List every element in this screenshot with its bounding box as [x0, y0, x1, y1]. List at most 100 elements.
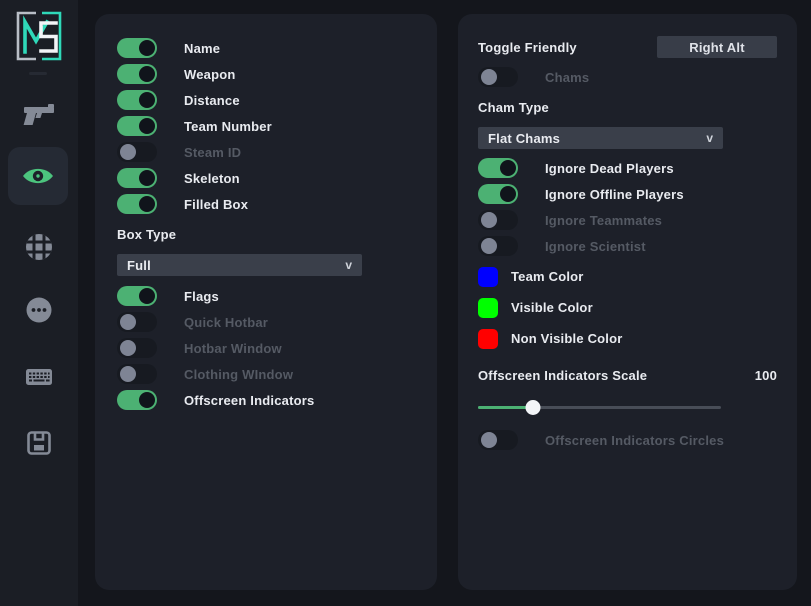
toggle-knob [481, 212, 497, 228]
toggle-label: Ignore Scientist [545, 239, 646, 254]
box-type-label: Box Type [117, 225, 415, 245]
toggle-knob [500, 186, 516, 202]
toggle-row-quick-hotbar: Quick Hotbar [117, 309, 415, 335]
toggle-row-clothing-window: Clothing WIndow [117, 361, 415, 387]
toggle-knob [120, 314, 136, 330]
cham-type-dropdown[interactable]: Flat Chams v [478, 127, 723, 149]
flags-toggle[interactable] [117, 286, 157, 306]
clothing-window-toggle[interactable] [117, 364, 157, 384]
offscreen-indicators-toggle[interactable] [117, 390, 157, 410]
cham-type-label: Cham Type [478, 98, 777, 118]
toggle-knob [139, 196, 155, 212]
toggle-row-skeleton: Skeleton [117, 165, 415, 191]
toggle-label: Ignore Dead Players [545, 161, 674, 176]
toggle-label: Chams [545, 70, 589, 85]
toggle-knob [139, 92, 155, 108]
color-row-visible: Visible Color [478, 292, 777, 323]
toggle-label: Clothing WIndow [184, 367, 293, 382]
toggle-knob [481, 238, 497, 254]
toggle-label: Hotbar Window [184, 341, 282, 356]
team-color-swatch[interactable] [478, 267, 498, 287]
filled-box-toggle[interactable] [117, 194, 157, 214]
toggle-label: Filled Box [184, 197, 248, 212]
skeleton-toggle[interactable] [117, 168, 157, 188]
toggle-row-weapon: Weapon [117, 61, 415, 87]
toggle-knob [139, 40, 155, 56]
toggle-row-ignore-offline: Ignore Offline Players [478, 181, 777, 207]
weapon-toggle[interactable] [117, 64, 157, 84]
toggle-row-flags: Flags [117, 283, 415, 309]
toggle-label: Steam ID [184, 145, 241, 160]
toggle-row-offscreen-indicators: Offscreen Indicators [117, 387, 415, 413]
color-label: Visible Color [511, 300, 593, 315]
chams-toggle[interactable] [478, 67, 518, 87]
toggle-label: Name [184, 41, 220, 56]
chevron-down-icon: v [345, 258, 352, 272]
toggle-knob [139, 288, 155, 304]
app-logo [12, 9, 66, 63]
chevron-down-icon: v [706, 131, 713, 145]
toggle-row-filled-box: Filled Box [117, 191, 415, 217]
team-number-toggle[interactable] [117, 116, 157, 136]
offscreen-circles-toggle[interactable] [478, 430, 518, 450]
name-toggle[interactable] [117, 38, 157, 58]
box-type-dropdown[interactable]: Full v [117, 254, 362, 276]
color-label: Non Visible Color [511, 331, 623, 346]
sidebar-item-weapons[interactable] [17, 91, 61, 135]
toggle-row-team-number: Team Number [117, 113, 415, 139]
sidebar-item-configs[interactable] [17, 421, 61, 465]
toggle-friendly-label: Toggle Friendly [478, 40, 577, 55]
toggle-label: Offscreen Indicators [184, 393, 314, 408]
non-visible-color-swatch[interactable] [478, 329, 498, 349]
toggle-row-steam-id: Steam ID [117, 139, 415, 165]
sidebar-item-world[interactable] [17, 225, 61, 269]
toggle-row-ignore-teammates: Ignore Teammates [478, 207, 777, 233]
toggle-knob [481, 69, 497, 85]
quick-hotbar-toggle[interactable] [117, 312, 157, 332]
ignore-scientist-toggle[interactable] [478, 236, 518, 256]
toggle-label: Ignore Offline Players [545, 187, 684, 202]
ignore-dead-players-toggle[interactable] [478, 158, 518, 178]
toggle-row-distance: Distance [117, 87, 415, 113]
color-label: Team Color [511, 269, 584, 284]
toggle-label: Ignore Teammates [545, 213, 662, 228]
ignore-offline-players-toggle[interactable] [478, 184, 518, 204]
toggle-knob [139, 170, 155, 186]
toggle-label: Weapon [184, 67, 236, 82]
hotbar-window-toggle[interactable] [117, 338, 157, 358]
offscreen-scale-slider[interactable] [478, 400, 721, 415]
ignore-teammates-toggle[interactable] [478, 210, 518, 230]
sidebar-item-visuals[interactable] [8, 147, 68, 205]
visible-color-swatch[interactable] [478, 298, 498, 318]
save-icon [26, 430, 52, 456]
eye-icon [21, 165, 55, 187]
steam-id-toggle[interactable] [117, 142, 157, 162]
toggle-row-ignore-scientist: Ignore Scientist [478, 233, 777, 259]
toggle-label: Offscreen Indicators Circles [545, 433, 724, 448]
keyboard-icon [25, 367, 53, 387]
toggle-knob [481, 432, 497, 448]
toggle-row-hotbar-window: Hotbar Window [117, 335, 415, 361]
ms-logo-icon [12, 9, 66, 63]
toggle-friendly-keybind-button[interactable]: Right Alt [657, 36, 777, 58]
dropdown-value: Flat Chams [488, 131, 560, 146]
app-window: Name Weapon Distance Team Number Steam I… [0, 0, 811, 606]
color-row-non-visible: Non Visible Color [478, 323, 777, 354]
esp-panel: Name Weapon Distance Team Number Steam I… [95, 14, 437, 590]
toggle-label: Team Number [184, 119, 272, 134]
toggle-knob [139, 118, 155, 134]
chams-panel: Toggle Friendly Right Alt Chams Cham Typ… [458, 14, 797, 590]
sidebar-item-hotkeys[interactable] [17, 355, 61, 399]
slider-knob[interactable] [526, 400, 541, 415]
sidebar-item-misc[interactable] [17, 288, 61, 332]
toggle-knob [120, 340, 136, 356]
offscreen-scale-row: Offscreen Indicators Scale 100 [478, 366, 777, 384]
toggle-knob [500, 160, 516, 176]
distance-toggle[interactable] [117, 90, 157, 110]
toggle-knob [120, 144, 136, 160]
color-row-team: Team Color [478, 261, 777, 292]
logo-divider [29, 72, 47, 75]
toggle-knob [139, 66, 155, 82]
gun-icon [21, 99, 57, 127]
ellipsis-icon [25, 296, 53, 324]
